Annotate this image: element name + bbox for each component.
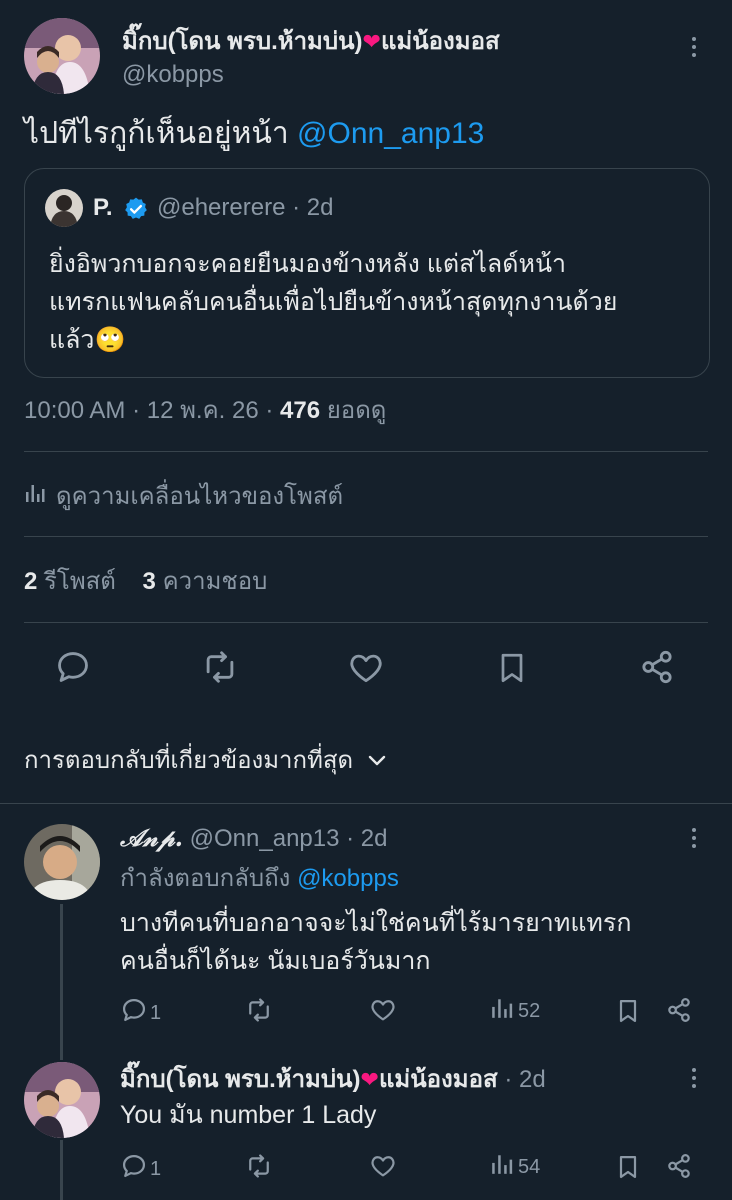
reposts-count: 2 <box>24 568 38 595</box>
quote-text: ยิ่งอิพวกบอกจะคอยยืนมองข้างหลัง แต่สไลด์… <box>49 245 699 359</box>
replying-to-label: กำลังตอบกลับถึง <box>120 865 291 892</box>
views-count: 54 <box>518 1155 541 1178</box>
post-engagement-link[interactable]: ดูความเคลื่อนไหวของโพสต์ <box>24 482 343 512</box>
bookmark-icon[interactable] <box>494 648 530 688</box>
reposts-count-link[interactable]: 2 รีโพสต์ <box>24 568 123 595</box>
reposts-label: รีโพสต์ <box>44 568 116 595</box>
repost-icon[interactable] <box>200 648 240 686</box>
quoted-post[interactable]: P. @ehererere · 2d ยิ่งอิพวกบอกจะคอยยืนม… <box>24 168 710 378</box>
divider <box>24 536 708 537</box>
reply-handle[interactable]: @Onn_anp13 <box>190 825 340 852</box>
author-handle[interactable]: @kobpps <box>122 60 224 90</box>
reply-name[interactable]: มิ๊กบ(โดน พรบ.ห้ามบ่น)❤แม่น้องมอส <box>120 1066 498 1093</box>
repost-icon[interactable] <box>244 1152 274 1185</box>
replies-sort-toggle[interactable]: การตอบกลับที่เกี่ยวข้องมากที่สุด <box>24 744 387 778</box>
quote-handle-time: @ehererere · 2d <box>157 194 333 222</box>
author-avatar[interactable] <box>24 18 100 94</box>
reply-icon <box>120 1152 148 1186</box>
engagement-label: ดูความเคลื่อนไหวของโพสต์ <box>56 483 344 510</box>
reply-time: · 2d <box>346 825 388 852</box>
quote-name: P. <box>93 194 113 221</box>
reply-name-text: มิ๊กบ(โดน พรบ.ห้ามบ่น) <box>120 1066 361 1093</box>
author-name-suffix: แม่น้องมอส <box>380 28 500 55</box>
like-icon[interactable] <box>368 1152 398 1185</box>
reply-reply-button[interactable]: 1 <box>120 1152 161 1186</box>
reply-icon[interactable] <box>54 648 92 686</box>
quote-text-line: ยิ่งอิพวกบอกจะคอยยืนมองข้างหลัง แต่สไลด์… <box>49 250 567 278</box>
like-icon[interactable] <box>346 649 386 687</box>
replying-to: กำลังตอบกลับถึง @kobpps <box>120 863 399 895</box>
post-counts: 2 รีโพสต์ 3 ความชอบ <box>24 566 267 598</box>
chevron-down-icon <box>367 744 387 778</box>
views-count: 52 <box>518 999 541 1022</box>
post-text-body: ไปทีไรกูก้เห็นอยู่หน้า <box>24 117 289 150</box>
replying-to-handle[interactable]: @kobpps <box>297 865 399 892</box>
reply-text: บางทีคนที่บอกอาจจะไม่ใช่คนที่ไร้มารยาทแท… <box>120 904 720 980</box>
bookmark-icon[interactable] <box>614 1152 642 1187</box>
post-text: ไปทีไรกูก้เห็นอยู่หน้า @Onn_anp13 <box>24 114 484 154</box>
post-mention-link[interactable]: @Onn_anp13 <box>297 117 484 150</box>
more-options-icon[interactable] <box>690 828 698 848</box>
divider <box>24 622 708 623</box>
eye-roll-emoji: 🙄 <box>94 326 126 354</box>
analytics-icon <box>490 996 514 1026</box>
post-timestamp[interactable]: 10:00 AM · 12 พ.ค. 26 · <box>24 397 273 424</box>
reply-icon <box>120 996 148 1030</box>
share-icon[interactable] <box>664 1152 694 1185</box>
views-count: 476 <box>280 397 321 424</box>
reply-avatar[interactable] <box>24 824 100 900</box>
reply-text-line: บางทีคนที่บอกอาจจะไม่ใช่คนที่ไร้มารยาทแท… <box>120 909 632 937</box>
verified-badge-icon <box>123 196 149 222</box>
reply-count: 1 <box>150 1157 162 1180</box>
reply-text: You มัน number 1 Lady <box>120 1101 377 1129</box>
author-name-text: มิ๊กบ(โดน พรบ.ห้ามบ่น) <box>122 28 363 55</box>
reply-text-line: คนอื่นก็ได้นะ นัมเบอร์วันมาก <box>120 947 431 975</box>
reply-time: · 2d <box>504 1066 546 1093</box>
like-icon[interactable] <box>368 996 398 1029</box>
author-name[interactable]: มิ๊กบ(โดน พรบ.ห้ามบ่น)❤แม่น้องมอส <box>122 26 500 58</box>
analytics-icon <box>490 1152 514 1182</box>
repost-icon[interactable] <box>244 996 274 1029</box>
divider <box>0 803 732 804</box>
heart-emoji: ❤ <box>360 1067 379 1092</box>
quote-avatar <box>45 189 83 227</box>
likes-label: ความชอบ <box>162 568 268 595</box>
reply-header: มิ๊กบ(โดน พรบ.ห้ามบ่น)❤แม่น้องมอส · 2d <box>120 1064 546 1096</box>
reply-reply-button[interactable]: 1 <box>120 996 161 1030</box>
quote-time: · 2d <box>292 194 334 221</box>
bookmark-icon[interactable] <box>614 996 642 1031</box>
analytics-icon <box>24 482 46 512</box>
more-options-icon[interactable] <box>690 37 698 57</box>
likes-count-link[interactable]: 3 ความชอบ <box>143 568 268 595</box>
reply-thread-line <box>60 1140 63 1200</box>
reply-avatar[interactable] <box>24 1062 100 1138</box>
reply-views[interactable]: 52 <box>490 996 540 1026</box>
reply-header: 𝒜𝓃𝓅. @Onn_anp13 · 2d <box>120 822 387 855</box>
quote-text-line: แทรกแฟนคลับคนอื่นเพื่อไปยืนข้างหน้าสุดทุ… <box>49 288 618 316</box>
reply-count: 1 <box>150 1001 162 1024</box>
reply-name[interactable]: 𝒜𝓃𝓅. <box>120 823 183 852</box>
heart-emoji: ❤ <box>362 29 381 54</box>
post-meta: 10:00 AM · 12 พ.ค. 26 · 476 ยอดดู <box>24 396 386 426</box>
quote-handle: @ehererere <box>157 194 286 221</box>
share-icon[interactable] <box>664 996 694 1029</box>
reply-name-suffix: แม่น้องมอส <box>378 1066 498 1093</box>
share-icon[interactable] <box>638 648 676 686</box>
likes-count: 3 <box>142 568 156 595</box>
reply-views[interactable]: 54 <box>490 1152 540 1182</box>
more-options-icon[interactable] <box>690 1068 698 1088</box>
views-label: ยอดดู <box>326 397 387 424</box>
reply-thread-line <box>60 904 63 1060</box>
divider <box>24 451 708 452</box>
replies-sort-label: การตอบกลับที่เกี่ยวข้องมากที่สุด <box>24 747 354 774</box>
quote-text-line: แล้ว <box>49 326 95 354</box>
